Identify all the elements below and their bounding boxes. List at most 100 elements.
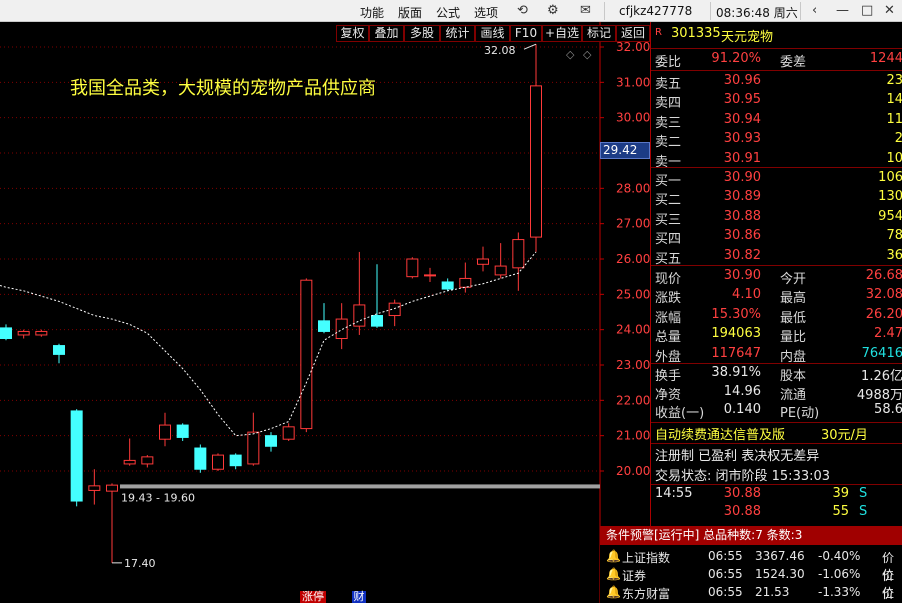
candle-body[interactable] — [247, 431, 260, 465]
candle-body[interactable] — [265, 435, 277, 447]
toolbar-f10-button[interactable]: F10 — [510, 25, 542, 42]
candle-body[interactable] — [88, 485, 101, 491]
scroll-down-icon[interactable]: ◇ — [583, 48, 592, 61]
y-tick-label: 28.00 — [616, 181, 650, 195]
message-icon[interactable]: ✉ — [580, 3, 591, 19]
bid-row[interactable]: 买一 30.90 106 — [655, 170, 902, 189]
alert-row[interactable]: 🔔 上证指数 06:55 3367.46 -0.40% 价位 — [600, 547, 902, 582]
maximize-icon[interactable]: □ — [861, 3, 873, 19]
alert-change: -1.33% — [818, 585, 861, 599]
candle-body[interactable] — [335, 318, 348, 340]
fundamental-value: 58.6 — [874, 402, 902, 417]
candle-body[interactable] — [494, 265, 507, 276]
back-icon[interactable]: ‹ — [812, 3, 817, 19]
tick-row: 30.88 55 S — [655, 504, 902, 523]
candle-body[interactable] — [0, 327, 12, 339]
stat-row: 涨跌 4.10 最高 32.08 — [655, 287, 902, 306]
candle-body[interactable] — [212, 454, 224, 470]
toolbar-draw-button[interactable]: 画线 — [475, 25, 510, 42]
candle-body[interactable] — [53, 345, 65, 355]
menu-options[interactable]: 选项 — [474, 4, 498, 21]
limit-up-tag[interactable]: 涨停 — [300, 591, 326, 603]
y-tick-label: 26.00 — [616, 252, 650, 266]
candle-body[interactable] — [353, 304, 366, 327]
low-label: 17.40 — [124, 557, 156, 570]
separator — [604, 2, 605, 20]
fundamental-row: 净资 14.96 流通 4988万 — [655, 384, 902, 403]
alert-time: 06:55 — [708, 567, 743, 581]
candle-body[interactable] — [141, 456, 154, 465]
ask-row[interactable]: 卖二 30.93 2 — [655, 131, 902, 150]
candle-body[interactable] — [512, 239, 525, 269]
bell-icon: 🔔 — [606, 549, 621, 563]
promo-row[interactable]: 自动续费通达信普及版 30元/月 — [655, 424, 902, 443]
candle-body[interactable] — [530, 85, 542, 238]
fundamental-label: 净资 — [655, 387, 682, 403]
settings-icon[interactable]: ⚙ — [547, 3, 559, 19]
divider — [651, 484, 902, 485]
divider — [651, 422, 902, 423]
menu-formula[interactable]: 公式 — [436, 4, 460, 21]
menu-function[interactable]: 功能 — [360, 4, 384, 21]
ask-row[interactable]: 卖三 30.94 11 — [655, 112, 902, 131]
ask-row[interactable]: 卖五 30.96 23 — [655, 73, 902, 92]
candle-body[interactable] — [70, 410, 83, 502]
bid-label: 买四 — [655, 232, 682, 248]
bid-ask-ratio-row: 委比 91.20% 委差 1244 — [655, 51, 902, 70]
candle-body[interactable] — [282, 426, 295, 440]
stat-value: 117647 — [711, 345, 761, 361]
close-icon[interactable]: ✕ — [884, 3, 895, 19]
candle-body[interactable] — [159, 424, 171, 440]
toolbar-add-watchlist-button[interactable]: +自选 — [542, 25, 582, 42]
stat-label: 最低 — [780, 310, 807, 326]
refresh-icon[interactable]: ⟲ — [517, 3, 528, 19]
candle-body[interactable] — [17, 330, 30, 336]
stat-value: 194063 — [711, 326, 761, 342]
stat-label: 外盘 — [655, 349, 682, 365]
bid-row[interactable]: 买二 30.89 130 — [655, 189, 902, 208]
kline-chart[interactable]: 32.0031.0030.0029.0028.0027.0026.0025.00… — [0, 22, 650, 603]
alert-change: -0.40% — [818, 549, 861, 563]
promo-text[interactable]: 自动续费通达信普及版 — [655, 424, 785, 443]
fundamental-value: 38.91% — [711, 365, 761, 380]
candle-body[interactable] — [371, 315, 383, 327]
tick-time: 14:55 — [655, 486, 693, 501]
stock-name: 天元宠物 — [721, 30, 774, 45]
toolbar-stats-button[interactable]: 统计 — [440, 25, 475, 42]
bid-row[interactable]: 买五 30.82 36 — [655, 248, 902, 267]
candle-body[interactable] — [477, 258, 489, 265]
candle-body[interactable] — [406, 258, 419, 278]
minimize-icon[interactable]: — — [836, 3, 849, 19]
ask-row[interactable]: 卖四 30.95 14 — [655, 92, 902, 111]
fundamental-value: 4988万 — [856, 387, 902, 403]
candle-body[interactable] — [229, 454, 242, 467]
toolbar-overlay-button[interactable]: 叠加 — [369, 25, 404, 42]
alert-row[interactable]: 🔔东方财富 06:55 21.53 -1.33% 价位 — [600, 583, 902, 601]
toolbar-adjust-button[interactable]: 复权 — [336, 25, 369, 42]
candle-body[interactable] — [459, 277, 472, 288]
finance-tag[interactable]: 财 — [352, 591, 366, 603]
stat-value: 15.30% — [711, 306, 761, 322]
candle-body[interactable] — [106, 484, 118, 492]
bid-price: 30.82 — [723, 247, 761, 263]
toolbar-multi-stock-button[interactable]: 多股 — [404, 25, 440, 42]
bid-row[interactable]: 买三 30.88 954 — [655, 209, 902, 228]
bid-row[interactable]: 买四 30.86 78 — [655, 228, 902, 247]
candle-body[interactable] — [123, 459, 136, 465]
y-tick-label: 20.00 — [616, 464, 650, 478]
candle-body[interactable] — [176, 424, 189, 438]
toolbar-back-button[interactable]: 返回 — [616, 25, 650, 42]
toolbar-mark-button[interactable]: 标记 — [582, 25, 616, 42]
alert-name: 证券 — [622, 569, 647, 583]
scroll-up-icon[interactable]: ◇ — [566, 48, 575, 61]
alert-header[interactable]: 条件预警[运行中] 总品种数:7 条数:3 — [600, 526, 902, 545]
bid-price: 30.90 — [723, 170, 761, 185]
candle-body[interactable] — [318, 320, 330, 332]
candle-body[interactable] — [35, 330, 48, 336]
candle-body[interactable] — [424, 274, 436, 277]
candle-body[interactable] — [441, 281, 454, 290]
candle-body[interactable] — [300, 279, 313, 430]
menu-layout[interactable]: 版面 — [398, 4, 422, 21]
candle-body[interactable] — [194, 447, 207, 470]
alert-row[interactable]: 🔔 证券 06:55 1524.30 -1.06% 价位 — [600, 565, 902, 600]
